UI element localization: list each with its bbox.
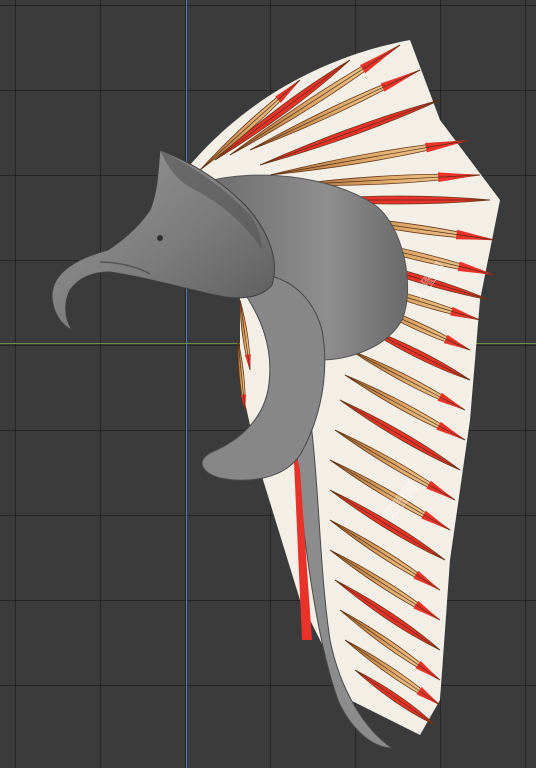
- eagle-eye: [157, 235, 163, 241]
- 3d-viewport[interactable]: 汇图网 汇图网: [0, 0, 536, 768]
- eagle-headdress-model[interactable]: 汇图网 汇图网: [0, 0, 536, 768]
